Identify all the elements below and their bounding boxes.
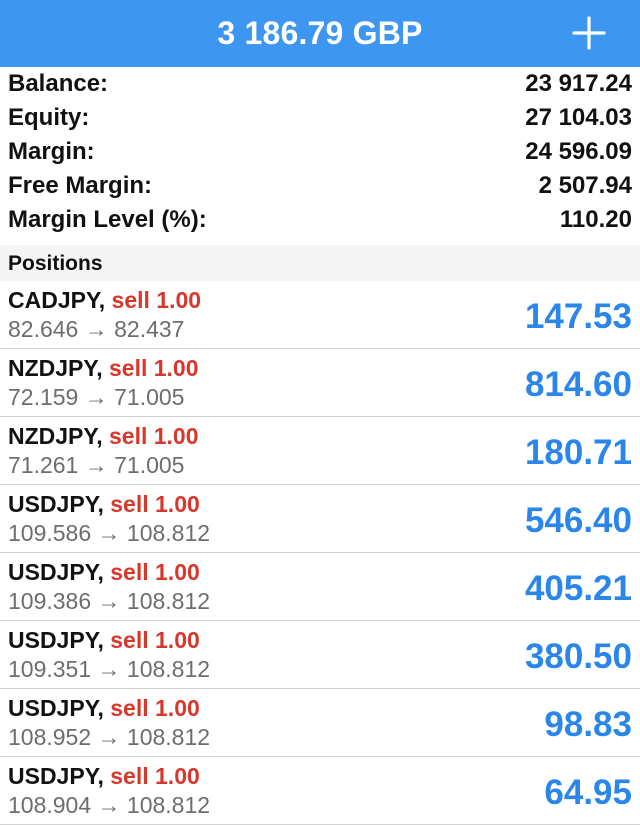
position-prices: 82.646 → 82.437 [8,316,185,342]
position-profit: 380.50 [524,637,632,676]
account-profit-title: 3 186.79 GBP [217,15,423,51]
equity-row: Equity: 27 104.03 [0,101,640,135]
position-row[interactable]: NZDJPY, sell 1.00 71.261 → 71.005 180.71 [0,417,640,485]
position-prices: 72.159 → 71.005 [8,384,185,410]
position-profit: 98.83 [544,705,632,744]
position-title: NZDJPY, sell 1.00 [8,421,199,451]
margin-level-value: 110.20 [559,206,632,233]
positions-list: CADJPY, sell 1.00 82.646 → 82.437 147.53… [0,281,640,825]
position-prices: 71.261 → 71.005 [8,452,185,478]
position-prices: 108.904 → 108.812 [8,792,211,818]
position-profit: 180.71 [524,433,632,472]
position-prices: 108.952 → 108.812 [8,724,211,750]
balance-value: 23 917.24 [525,70,632,97]
position-symbol: USDJPY [8,763,98,789]
separator: , [96,423,109,449]
position-symbol: USDJPY [8,695,98,721]
position-profit: 546.40 [524,501,632,540]
position-row[interactable]: USDJPY, sell 1.00 108.952 → 108.812 98.8… [0,689,640,757]
positions-section-header: Positions [0,245,640,281]
separator: , [97,695,111,721]
position-title: USDJPY, sell 1.00 [8,489,200,519]
position-side: sell 1.00 [111,287,202,313]
position-side: sell 1.00 [110,695,200,721]
plus-icon [572,16,606,50]
position-title: USDJPY, sell 1.00 [8,557,200,587]
position-prices: 109.586 → 108.812 [8,520,211,546]
position-row[interactable]: USDJPY, sell 1.00 108.904 → 108.812 64.9… [0,757,640,825]
position-row[interactable]: USDJPY, sell 1.00 109.586 → 108.812 546.… [0,485,640,553]
margin-value: 24 596.09 [525,138,632,165]
margin-level-row: Margin Level (%): 110.20 [0,203,640,237]
position-side: sell 1.00 [110,763,200,789]
margin-label: Margin: [8,138,95,165]
position-prices: 109.351 → 108.812 [8,656,211,682]
equity-label: Equity: [8,104,90,131]
margin-level-label: Margin Level (%): [8,206,207,233]
margin-row: Margin: 24 596.09 [0,135,640,169]
positions-heading: Positions [8,252,103,275]
account-summary: Balance: 23 917.24 Equity: 27 104.03 Mar… [0,67,640,237]
position-profit: 147.53 [524,297,632,336]
position-side: sell 1.00 [110,491,200,517]
position-symbol: NZDJPY [8,423,97,449]
position-symbol: USDJPY [8,491,98,517]
position-side: sell 1.00 [108,355,199,381]
top-bar: 3 186.79 GBP [0,0,640,67]
separator: , [96,355,109,381]
position-symbol: NZDJPY [8,355,97,381]
position-row[interactable]: NZDJPY, sell 1.00 72.159 → 71.005 814.60 [0,349,640,417]
separator: , [97,763,111,789]
position-title: USDJPY, sell 1.00 [8,761,200,791]
position-row[interactable]: USDJPY, sell 1.00 109.351 → 108.812 380.… [0,621,640,689]
balance-row: Balance: 23 917.24 [0,67,640,101]
position-profit: 814.60 [524,365,632,404]
position-row[interactable]: USDJPY, sell 1.00 109.386 → 108.812 405.… [0,553,640,621]
position-side: sell 1.00 [110,559,200,585]
position-side: sell 1.00 [110,627,200,653]
position-title: NZDJPY, sell 1.00 [8,353,199,383]
free-margin-label: Free Margin: [8,172,153,199]
position-prices: 109.386 → 108.812 [8,588,211,614]
free-margin-value: 2 507.94 [538,172,632,199]
position-profit: 405.21 [524,569,632,608]
position-symbol: USDJPY [8,627,98,653]
balance-label: Balance: [8,70,109,97]
position-symbol: CADJPY [8,287,99,313]
position-title: USDJPY, sell 1.00 [8,693,200,723]
equity-value: 27 104.03 [525,104,632,131]
position-profit: 64.95 [544,773,632,812]
add-button[interactable] [568,12,610,54]
position-title: USDJPY, sell 1.00 [8,625,200,655]
separator: , [98,287,112,313]
separator: , [97,491,111,517]
position-side: sell 1.00 [108,423,199,449]
separator: , [97,559,111,585]
position-title: CADJPY, sell 1.00 [8,285,201,315]
position-row[interactable]: CADJPY, sell 1.00 82.646 → 82.437 147.53 [0,281,640,349]
position-symbol: USDJPY [8,559,98,585]
free-margin-row: Free Margin: 2 507.94 [0,169,640,203]
separator: , [97,627,111,653]
